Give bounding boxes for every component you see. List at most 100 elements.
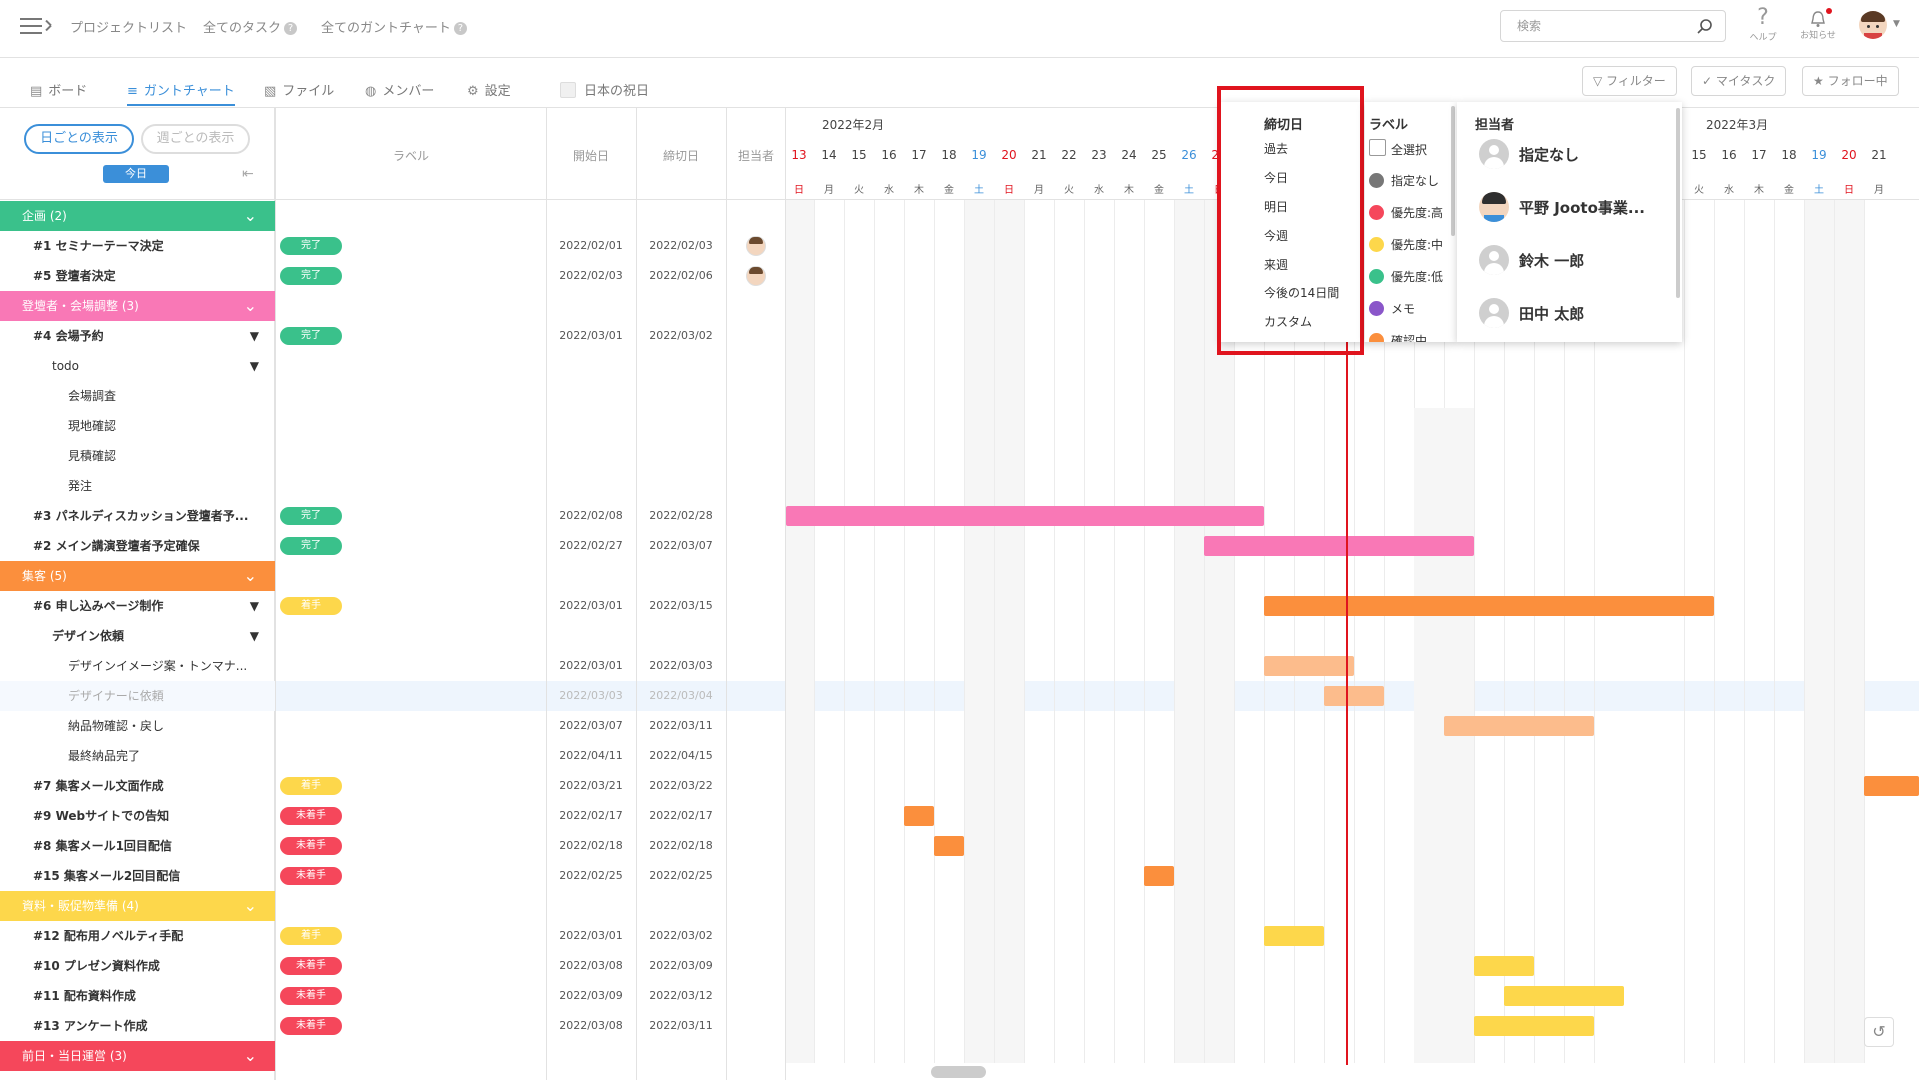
- assignee-option[interactable]: 田中 太郎: [1519, 303, 1584, 324]
- weekly-view-button[interactable]: 週ごとの表示: [141, 124, 250, 154]
- task-row[interactable]: #7 集客メール文面作成: [0, 771, 275, 801]
- expand-triangle-icon[interactable]: ▼: [250, 321, 259, 351]
- chevron-down-icon[interactable]: ⌄: [244, 1041, 257, 1071]
- label-option[interactable]: 優先度:低: [1391, 268, 1443, 285]
- chevron-down-icon[interactable]: ⌄: [244, 561, 257, 591]
- label-color-dot: [1369, 333, 1384, 342]
- gantt-bar[interactable]: [1264, 656, 1354, 676]
- search-input[interactable]: [1500, 10, 1726, 42]
- label-option[interactable]: 指定なし: [1391, 172, 1439, 189]
- search-icon[interactable]: [1697, 18, 1713, 34]
- gantt-bar[interactable]: [1264, 596, 1714, 616]
- group-header[interactable]: 登壇者・会場調整 (3) ⌄: [0, 291, 275, 321]
- tab-files[interactable]: ▧ ファイル: [264, 80, 334, 106]
- chevron-down-icon[interactable]: ⌄: [244, 201, 257, 231]
- gantt-bar[interactable]: [1264, 926, 1324, 946]
- gantt-bar[interactable]: [934, 836, 964, 856]
- task-row[interactable]: #9 Webサイトでの告知: [0, 801, 275, 831]
- collapse-icon[interactable]: ⇤: [242, 166, 254, 182]
- task-title: #5 登壇者決定: [33, 269, 116, 283]
- task-row[interactable]: 発注: [0, 471, 275, 501]
- task-row[interactable]: #15 集客メール2回目配信: [0, 861, 275, 891]
- gantt-bar[interactable]: [1504, 986, 1624, 1006]
- expand-triangle-icon[interactable]: ▼: [250, 351, 259, 381]
- label-scrollbar[interactable]: [1451, 106, 1455, 236]
- user-avatar[interactable]: [1859, 11, 1887, 39]
- task-row[interactable]: デザイン依頼 ▼: [0, 621, 275, 651]
- help-button[interactable]: ? ヘルプ: [1748, 6, 1778, 44]
- assignee-option[interactable]: 指定なし: [1519, 144, 1579, 165]
- select-all-checkbox[interactable]: [1369, 139, 1386, 156]
- task-row[interactable]: #6 申し込みページ制作 ▼: [0, 591, 275, 621]
- menu-icon[interactable]: [20, 16, 52, 36]
- chevron-down-icon[interactable]: ▼: [1893, 19, 1900, 29]
- task-row[interactable]: #2 メイン講演登壇者予定確保: [0, 531, 275, 561]
- expand-triangle-icon[interactable]: ▼: [250, 591, 259, 621]
- due-date: 2022/03/22: [649, 779, 713, 792]
- tab-gantt[interactable]: ≡ ガントチャート: [127, 80, 235, 106]
- task-row[interactable]: #12 配布用ノベルティ手配: [0, 921, 275, 951]
- task-row[interactable]: #13 アンケート作成: [0, 1011, 275, 1041]
- notice-button[interactable]: お知らせ: [1796, 6, 1840, 41]
- tab-settings[interactable]: ⚙ 設定: [467, 80, 511, 106]
- label-filter-popup: ラベル 全選択 指定なし 優先度:高 優先度:中 優先度:低 メモ 確認中: [1365, 102, 1457, 342]
- task-row[interactable]: #11 配布資料作成: [0, 981, 275, 1011]
- chevron-down-icon[interactable]: ⌄: [244, 891, 257, 921]
- task-row[interactable]: デザインイメージ案・トンマナ...: [0, 651, 275, 681]
- today-button[interactable]: 今日: [103, 165, 169, 183]
- task-row[interactable]: #8 集客メール1回目配信: [0, 831, 275, 861]
- task-row[interactable]: 会場調査: [0, 381, 275, 411]
- assignee-option[interactable]: 平野 Jooto事業...: [1519, 197, 1645, 218]
- follow-button[interactable]: ★ フォロー中: [1802, 66, 1899, 96]
- task-row[interactable]: todo ▼: [0, 351, 275, 381]
- label-option[interactable]: 優先度:高: [1391, 204, 1443, 221]
- task-row[interactable]: 最終納品完了: [0, 741, 275, 771]
- horizontal-scrollbar[interactable]: [931, 1066, 986, 1078]
- gantt-bar[interactable]: [1474, 1016, 1594, 1036]
- history-button[interactable]: ↺: [1864, 1017, 1894, 1047]
- task-row[interactable]: #5 登壇者決定: [0, 261, 275, 291]
- gantt-bar[interactable]: [904, 806, 934, 826]
- holiday-checkbox[interactable]: [560, 82, 576, 98]
- nav-all-gantt[interactable]: 全てのガントチャート?: [321, 17, 467, 36]
- task-row[interactable]: #10 プレゼン資料作成: [0, 951, 275, 981]
- task-row[interactable]: 納品物確認・戻し: [0, 711, 275, 741]
- label-option[interactable]: メモ: [1391, 300, 1415, 317]
- chevron-down-icon[interactable]: ⌄: [244, 291, 257, 321]
- task-title: 集客 (5): [22, 569, 67, 583]
- day-of-week: 土: [974, 185, 984, 196]
- label-option[interactable]: 優先度:中: [1391, 236, 1443, 253]
- gantt-bar[interactable]: [1324, 686, 1384, 706]
- tab-board[interactable]: ▤ ボード: [30, 80, 87, 106]
- task-row[interactable]: 現地確認: [0, 411, 275, 441]
- tab-members[interactable]: ◍ メンバー: [365, 80, 434, 106]
- group-header[interactable]: 資料・販促物準備 (4) ⌄: [0, 891, 275, 921]
- group-header[interactable]: 企画 (2) ⌄: [0, 201, 275, 231]
- label-option[interactable]: 確認中: [1391, 332, 1427, 342]
- gantt-bar[interactable]: [1144, 866, 1174, 886]
- gantt-bar[interactable]: [1204, 536, 1474, 556]
- task-title: 会場調査: [68, 389, 117, 403]
- holiday-toggle[interactable]: 日本の祝日: [560, 80, 649, 106]
- assignee-scrollbar[interactable]: [1676, 108, 1680, 298]
- task-row[interactable]: デザイナーに依頼: [0, 681, 275, 711]
- day-gridline: [964, 200, 965, 1063]
- label-select-all[interactable]: 全選択: [1391, 141, 1427, 158]
- task-row[interactable]: 見積確認: [0, 441, 275, 471]
- group-header[interactable]: 集客 (5) ⌄: [0, 561, 275, 591]
- task-row[interactable]: #3 パネルディスカッション登壇者予...: [0, 501, 275, 531]
- gantt-bar[interactable]: [786, 506, 1264, 526]
- gantt-bar[interactable]: [1474, 956, 1534, 976]
- filter-button[interactable]: ▽ フィルター: [1582, 66, 1677, 96]
- gantt-bar[interactable]: [1864, 776, 1919, 796]
- nav-project-list[interactable]: プロジェクトリスト: [70, 17, 187, 36]
- expand-triangle-icon[interactable]: ▼: [250, 621, 259, 651]
- assignee-option[interactable]: 鈴木 一郎: [1519, 250, 1584, 271]
- gantt-bar[interactable]: [1444, 716, 1594, 736]
- group-header[interactable]: 前日・当日運営 (3) ⌄: [0, 1041, 275, 1071]
- nav-all-tasks[interactable]: 全てのタスク?: [203, 17, 298, 36]
- task-row[interactable]: #4 会場予約 ▼: [0, 321, 275, 351]
- task-row[interactable]: #1 セミナーテーマ決定: [0, 231, 275, 261]
- daily-view-button[interactable]: 日ごとの表示: [24, 124, 134, 154]
- mytask-button[interactable]: ✓ マイタスク: [1691, 66, 1787, 96]
